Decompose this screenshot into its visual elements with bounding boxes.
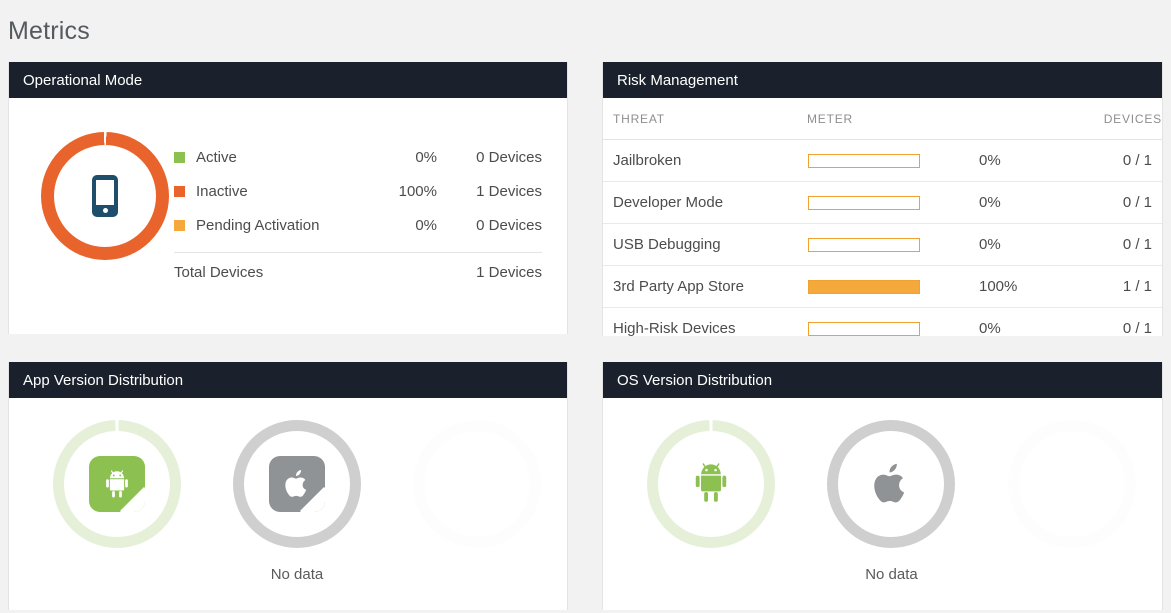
android-icon xyxy=(690,461,732,507)
meter-bar xyxy=(808,196,920,210)
page-title: Metrics xyxy=(8,17,90,46)
donut-ring-ios xyxy=(827,420,955,548)
app-version-item-ios[interactable]: No data xyxy=(207,398,387,610)
meter-bar xyxy=(808,238,920,252)
cell-devices: 0 / 1 xyxy=(1052,308,1162,350)
cell-meter xyxy=(807,308,957,350)
donut-ring-placeholder xyxy=(1008,420,1136,548)
cell-meter xyxy=(807,140,957,182)
column-header-threat: THREAT xyxy=(603,98,807,140)
android-badge-icon xyxy=(89,456,145,512)
app-version-item-placeholder xyxy=(387,398,567,610)
risk-management-table: THREAT METER DEVICES Jailbroken 0% 0 / 1 xyxy=(603,98,1162,350)
legend-swatch-pending-activation xyxy=(174,220,185,231)
legend-devices-inactive: 1 Devices xyxy=(437,183,542,200)
column-header-meter: METER xyxy=(807,98,957,140)
cell-threat: 3rd Party App Store xyxy=(603,266,807,308)
panel-operational-mode-title: Operational Mode xyxy=(9,62,567,98)
panel-os-version-distribution-title: OS Version Distribution xyxy=(603,362,1162,398)
cell-meter xyxy=(807,224,957,266)
os-version-ios-caption: No data xyxy=(801,566,981,583)
meter-bar xyxy=(808,154,920,168)
apple-icon xyxy=(871,461,911,507)
operational-mode-legend: Active 0% 0 Devices Inactive 100% 1 Devi… xyxy=(174,140,542,291)
table-row[interactable]: 3rd Party App Store 100% 1 / 1 xyxy=(603,266,1162,308)
donut-ring-android xyxy=(647,420,775,548)
cell-meter xyxy=(807,182,957,224)
meter-bar xyxy=(808,322,920,336)
apple-badge-shape xyxy=(269,456,325,512)
table-row[interactable]: USB Debugging 0% 0 / 1 xyxy=(603,224,1162,266)
table-header-row: THREAT METER DEVICES xyxy=(603,98,1162,140)
legend-swatch-inactive xyxy=(174,186,185,197)
cell-percent: 0% xyxy=(957,140,1052,182)
cell-devices: 0 / 1 xyxy=(1052,224,1162,266)
cell-threat: Jailbroken xyxy=(603,140,807,182)
cell-devices: 0 / 1 xyxy=(1052,140,1162,182)
legend-item-pending-activation: Pending Activation 0% 0 Devices xyxy=(174,208,542,242)
panel-app-version-distribution: App Version Distribution xyxy=(8,362,568,610)
apple-glyph xyxy=(871,461,911,507)
legend-percent-inactive: 100% xyxy=(367,183,437,200)
legend-label-active: Active xyxy=(196,149,367,166)
table-row[interactable]: High-Risk Devices 0% 0 / 1 xyxy=(603,308,1162,350)
phone-home-button xyxy=(103,208,108,213)
panel-risk-management: Risk Management THREAT METER DEVICES Jai… xyxy=(602,62,1163,336)
legend-devices-pending-activation: 0 Devices xyxy=(437,217,542,234)
legend-label-inactive: Inactive xyxy=(196,183,367,200)
app-version-ios-caption: No data xyxy=(207,566,387,583)
table-row[interactable]: Developer Mode 0% 0 / 1 xyxy=(603,182,1162,224)
legend-item-inactive: Inactive 100% 1 Devices xyxy=(174,174,542,208)
apple-glyph xyxy=(283,468,311,500)
app-version-item-android[interactable] xyxy=(27,398,207,610)
legend-item-active: Active 0% 0 Devices xyxy=(174,140,542,174)
legend-percent-active: 0% xyxy=(367,149,437,166)
cell-threat: USB Debugging xyxy=(603,224,807,266)
mobile-phone-icon xyxy=(92,175,118,217)
column-header-spacer xyxy=(957,98,1052,140)
android-glyph xyxy=(690,461,732,507)
panel-app-version-distribution-body: No data xyxy=(9,398,567,610)
apple-badge-icon xyxy=(269,456,325,512)
cell-percent: 0% xyxy=(957,308,1052,350)
operational-mode-donut-chart xyxy=(41,132,169,260)
cell-devices: 0 / 1 xyxy=(1052,182,1162,224)
cell-percent: 0% xyxy=(957,182,1052,224)
os-version-item-android[interactable] xyxy=(621,398,801,610)
panel-os-version-distribution-body: No data xyxy=(603,398,1162,610)
os-version-item-placeholder xyxy=(982,398,1162,610)
legend-total-value: 1 Devices xyxy=(437,264,542,281)
table-row[interactable]: Jailbroken 0% 0 / 1 xyxy=(603,140,1162,182)
panel-risk-management-body: THREAT METER DEVICES Jailbroken 0% 0 / 1 xyxy=(603,98,1162,336)
cell-devices: 1 / 1 xyxy=(1052,266,1162,308)
legend-swatch-active xyxy=(174,152,185,163)
cell-percent: 100% xyxy=(957,266,1052,308)
legend-total-row: Total Devices 1 Devices xyxy=(174,253,542,291)
donut-ring-android xyxy=(53,420,181,548)
legend-label-pending-activation: Pending Activation xyxy=(196,217,367,234)
panel-operational-mode: Operational Mode Active 0% 0 Devices xyxy=(8,62,568,334)
column-header-devices: DEVICES xyxy=(1052,98,1162,140)
legend-devices-active: 0 Devices xyxy=(437,149,542,166)
os-version-item-ios[interactable]: No data xyxy=(801,398,981,610)
android-glyph xyxy=(102,469,132,499)
panel-os-version-distribution: OS Version Distribution xyxy=(602,362,1163,610)
donut-ring-ios xyxy=(233,420,361,548)
legend-percent-pending-activation: 0% xyxy=(367,217,437,234)
meter-bar-fill xyxy=(809,281,919,293)
cell-percent: 0% xyxy=(957,224,1052,266)
cell-meter xyxy=(807,266,957,308)
meter-bar xyxy=(808,280,920,294)
phone-screen xyxy=(96,180,114,205)
panel-operational-mode-body: Active 0% 0 Devices Inactive 100% 1 Devi… xyxy=(9,98,567,334)
panel-risk-management-title: Risk Management xyxy=(603,62,1162,98)
legend-total-label: Total Devices xyxy=(174,264,437,281)
cell-threat: Developer Mode xyxy=(603,182,807,224)
cell-threat: High-Risk Devices xyxy=(603,308,807,350)
donut-ring-placeholder xyxy=(413,420,541,548)
panel-app-version-distribution-title: App Version Distribution xyxy=(9,362,567,398)
android-badge-shape xyxy=(89,456,145,512)
metrics-dashboard: Metrics Operational Mode Active 0% 0 Dev… xyxy=(0,0,1171,613)
